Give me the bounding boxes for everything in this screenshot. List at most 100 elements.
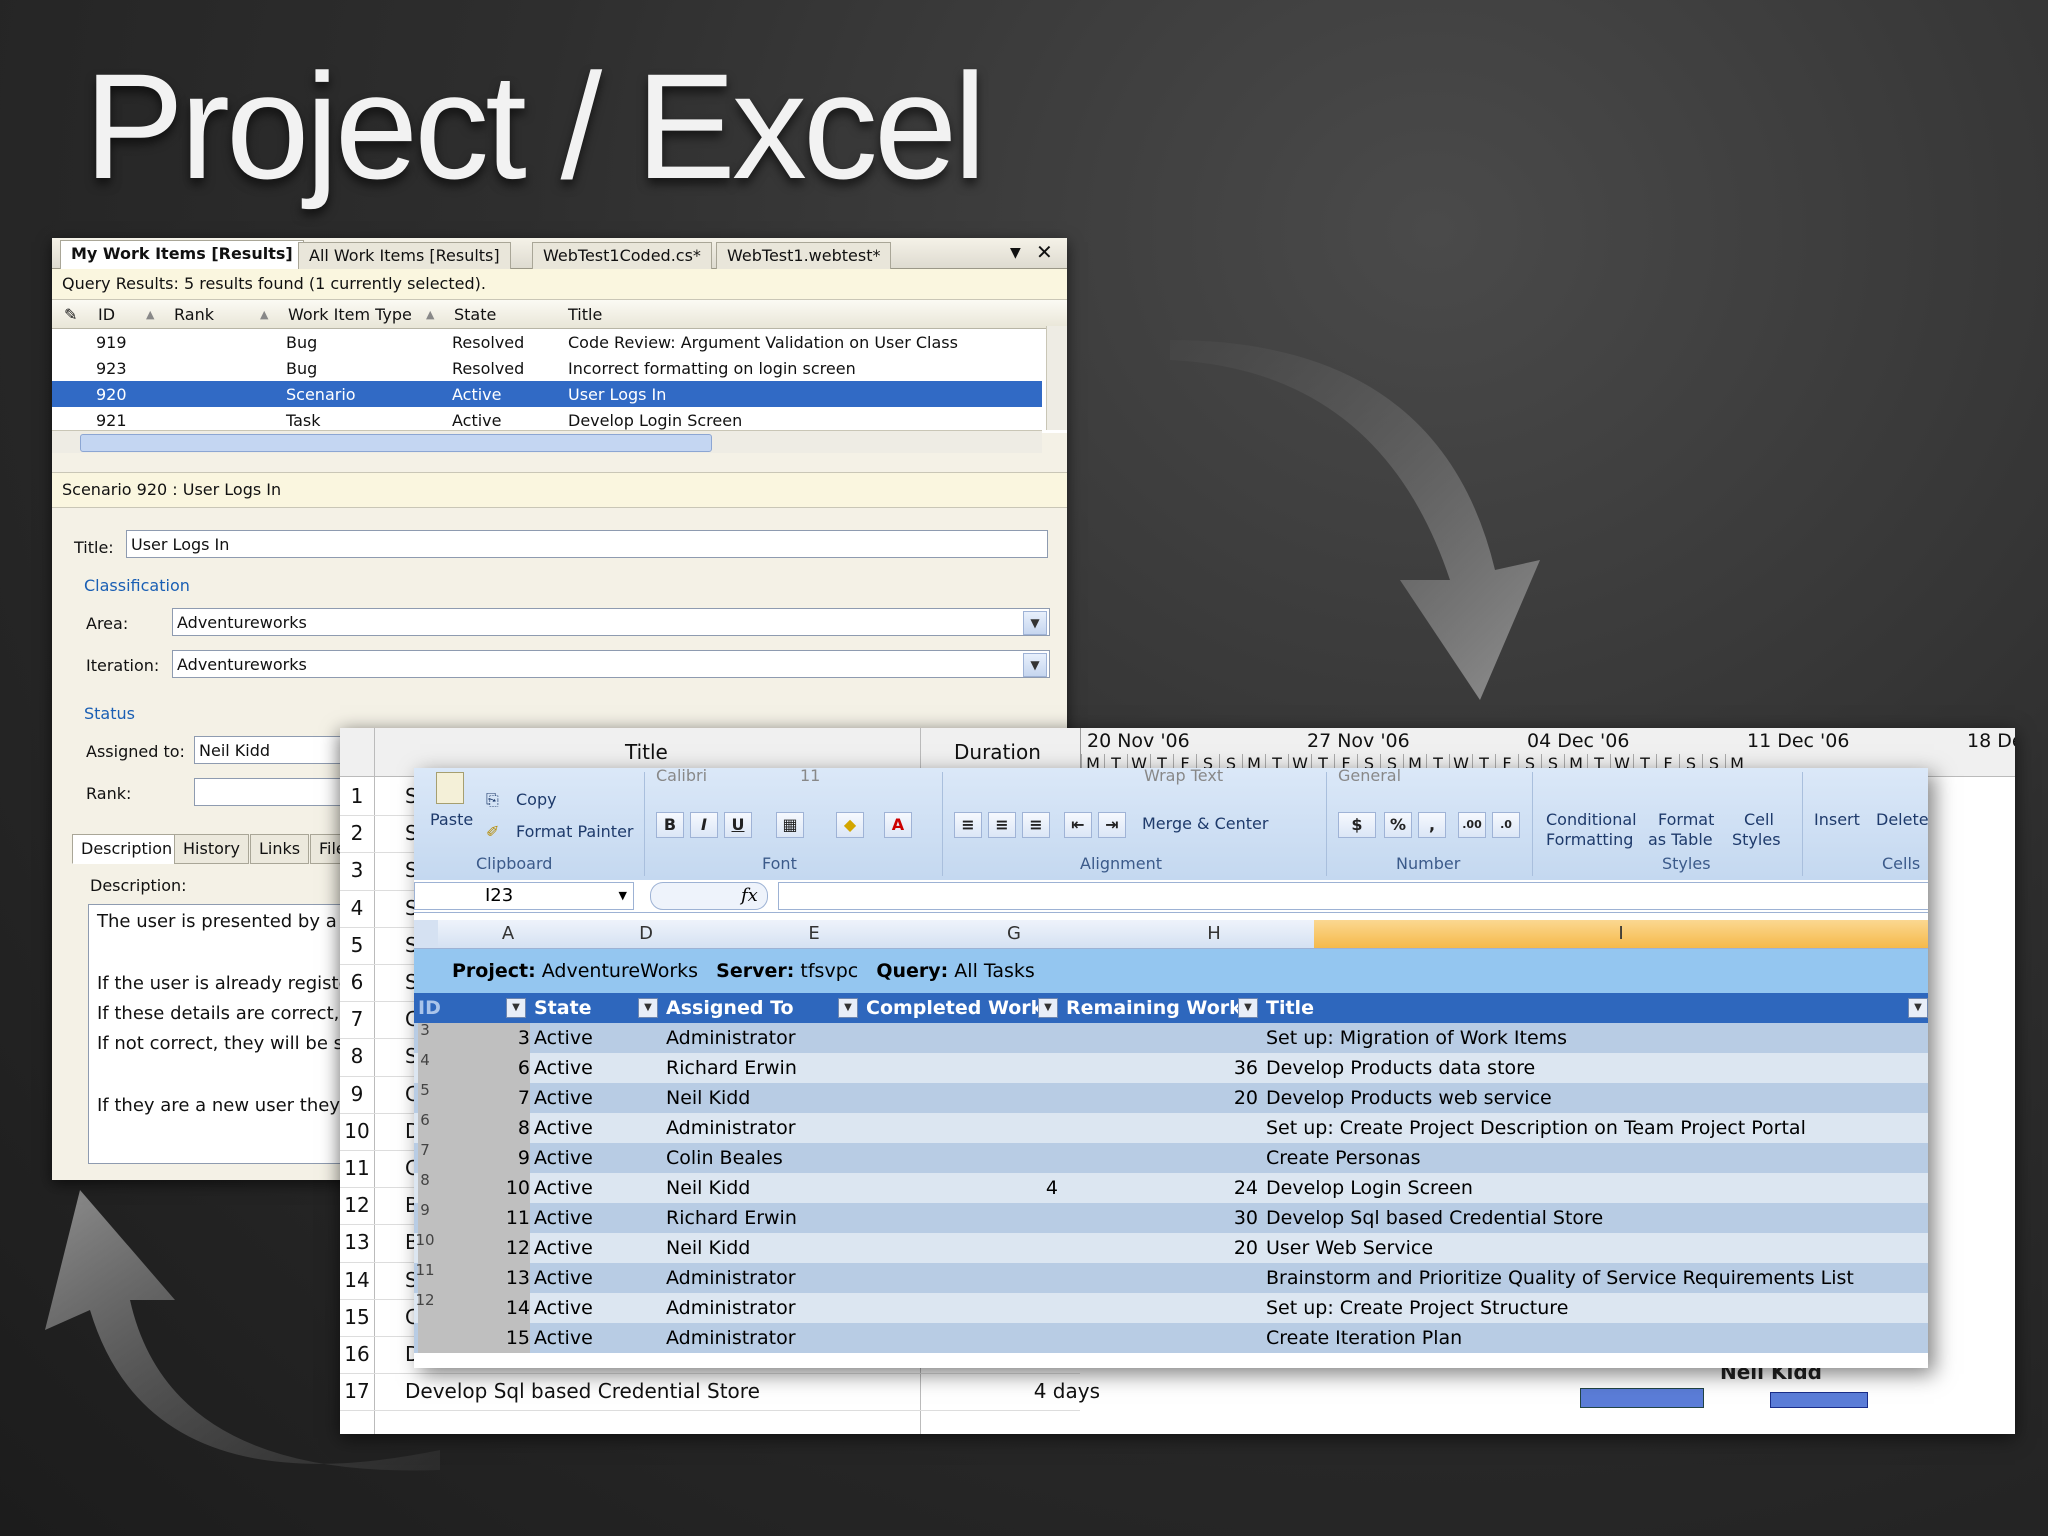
project-row-number[interactable]: 11 [340,1156,374,1180]
project-row-number[interactable]: 1 [340,784,374,808]
assigned-to-field[interactable]: Neil Kidd [194,736,344,764]
cell-state[interactable]: Active [534,1173,662,1203]
cell-state[interactable]: Active [534,1263,662,1293]
cell-assigned[interactable]: Administrator [666,1263,862,1293]
select-all-corner[interactable] [414,920,439,949]
cell-styles-button[interactable]: Cell [1744,810,1774,829]
table-row[interactable]: 3 Active Administrator Set up: Migration of… [414,1023,1928,1053]
fx-icon[interactable]: fx [741,885,758,906]
cell-title[interactable]: User Web Service [1266,1233,1928,1263]
paste-icon[interactable] [436,772,464,804]
project-row-number[interactable]: 2 [340,821,374,845]
project-row-number[interactable]: 13 [340,1230,374,1254]
cell-state[interactable]: Active [534,1203,662,1233]
increase-decimal-icon[interactable]: .00 [1458,812,1486,838]
table-row[interactable]: 10 Active Neil Kidd 4 24 Develop Login Screen [414,1173,1928,1203]
align-center-icon[interactable]: ≡ [988,812,1016,838]
cell-state[interactable]: Active [534,1233,662,1263]
project-row-number[interactable]: 16 [340,1342,374,1366]
filter-dropdown-icon[interactable]: ▼ [838,998,858,1018]
table-row[interactable]: 7 Active Neil Kidd 20 Develop Products web s… [414,1083,1928,1113]
tab-webtest[interactable]: WebTest1.webtest* [716,242,892,269]
cell-title[interactable]: Set up: Create Project Structure [1266,1293,1928,1323]
copy-button[interactable]: Copy [516,790,557,809]
col-header-e[interactable]: E [714,920,915,949]
cell-assigned[interactable]: Neil Kidd [666,1083,862,1113]
col-header-i[interactable]: I [1314,920,1928,949]
horizontal-scrollbar[interactable] [52,430,1042,453]
tab-links[interactable]: Links [250,834,310,864]
rank-field[interactable] [194,778,344,806]
cell-state[interactable]: Active [534,1293,662,1323]
cell-assigned[interactable]: Administrator [666,1113,862,1143]
tab-history[interactable]: History [174,834,249,864]
tab-my-work-items[interactable]: My Work Items [Results] [60,240,304,269]
project-row-number[interactable]: 7 [340,1007,374,1031]
cell-title[interactable]: Develop Products data store [1266,1053,1928,1083]
gantt-bar[interactable] [1770,1392,1868,1408]
merge-center-button[interactable]: Merge & Center [1142,814,1268,833]
table-row[interactable]: 9 Active Colin Beales Create Personas [414,1143,1928,1173]
table-row[interactable]: 923 Bug Resolved Incorrect formatting on… [52,355,1042,381]
header-state[interactable]: State ▼ [530,993,662,1023]
cell-remaining[interactable]: 30 [1066,1203,1258,1233]
table-row[interactable]: 6 Active Richard Erwin 36 Develop Products d… [414,1053,1928,1083]
col-header-h[interactable]: H [1114,920,1315,949]
align-right-icon[interactable]: ≡ [1022,812,1050,838]
close-icon[interactable]: ✕ [1036,240,1053,264]
col-header-g[interactable]: G [914,920,1115,949]
font-size-select[interactable]: 11 [800,768,820,785]
header-assigned-to[interactable]: Assigned To ▼ [662,993,862,1023]
cell-assigned[interactable]: Neil Kidd [666,1173,862,1203]
scroll-thumb[interactable] [80,434,712,452]
project-row-number[interactable]: 3 [340,858,374,882]
col-rank[interactable]: Rank [174,305,214,324]
cell-assigned[interactable]: Neil Kidd [666,1233,862,1263]
cell-title[interactable]: Develop Sql based Credential Store [1266,1203,1928,1233]
paste-button[interactable]: Paste [430,810,473,829]
project-task-duration[interactable]: 4 days [1000,1379,1100,1403]
number-format-select[interactable]: General [1338,768,1401,785]
project-row-number[interactable]: 10 [340,1119,374,1143]
project-row-number[interactable]: 12 [340,1193,374,1217]
table-row-selected[interactable]: 920 Scenario Active User Logs In [52,381,1042,407]
cell-remaining[interactable]: 36 [1066,1053,1258,1083]
font-name-select[interactable]: Calibri [656,768,707,785]
row-number[interactable]: 7 [414,1135,436,1165]
cell-state[interactable]: Active [534,1053,662,1083]
cell-title[interactable]: Develop Login Screen [1266,1173,1928,1203]
table-row[interactable]: 8 Active Administrator Set up: Create Proje… [414,1113,1928,1143]
project-row-number[interactable]: 8 [340,1044,374,1068]
cell-title[interactable]: Create Iteration Plan [1266,1323,1928,1353]
filter-dropdown-icon[interactable]: ▼ [1238,998,1258,1018]
vertical-scrollbar[interactable] [1046,326,1067,430]
wrap-text-button[interactable]: Wrap Text [1144,768,1223,785]
cell-assigned[interactable]: Administrator [666,1023,862,1053]
row-number[interactable]: 9 [414,1195,436,1225]
header-remaining-work[interactable]: Remaining Work ▼ [1062,993,1262,1023]
cell-assigned[interactable]: Colin Beales [666,1143,862,1173]
name-box[interactable]: I23 ▼ [414,882,634,910]
cell-assigned[interactable]: Administrator [666,1323,862,1353]
delete-button[interactable]: Delete [1876,810,1928,829]
cell-title[interactable]: Develop Products web service [1266,1083,1928,1113]
format-painter-button[interactable]: Format Painter [516,822,633,841]
project-row-number[interactable]: 15 [340,1305,374,1329]
header-completed-work[interactable]: Completed Work ▼ [862,993,1062,1023]
tab-description[interactable]: Description [72,834,182,864]
filter-dropdown-icon[interactable]: ▼ [1038,998,1058,1018]
row-number[interactable]: 10 [414,1225,436,1255]
cell-id[interactable]: 15 [418,1323,530,1353]
cell-remaining[interactable]: 20 [1066,1083,1258,1113]
row-number[interactable]: 11 [414,1255,436,1285]
chevron-down-icon[interactable]: ▼ [1023,653,1047,677]
table-row[interactable]: 13 Active Administrator Brainstorm and Prio… [414,1263,1928,1293]
row-number[interactable]: 3 [414,1015,436,1045]
conditional-formatting-button[interactable]: Conditional [1546,810,1637,829]
row-number[interactable]: 6 [414,1105,436,1135]
increase-indent-icon[interactable]: ⇥ [1098,812,1126,838]
table-row[interactable]: 11 Active Richard Erwin 30 Develop Sql based… [414,1203,1928,1233]
font-color-icon[interactable]: A [884,812,912,838]
cell-remaining[interactable]: 20 [1066,1233,1258,1263]
cell-state[interactable]: Active [534,1143,662,1173]
